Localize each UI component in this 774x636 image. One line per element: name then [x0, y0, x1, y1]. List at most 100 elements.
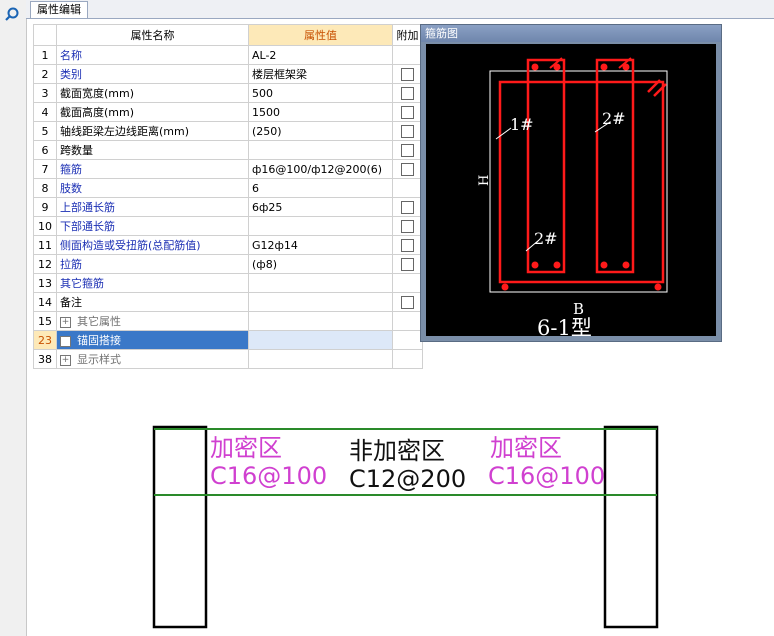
- row-number: 5: [33, 121, 57, 141]
- property-value[interactable]: 6: [248, 178, 393, 198]
- extra-checkbox[interactable]: [401, 200, 414, 214]
- property-row[interactable]: 14 备注: [33, 292, 423, 312]
- header-property-value[interactable]: 属性值: [248, 24, 393, 46]
- row-number: 23: [33, 330, 57, 350]
- extra-checkbox[interactable]: [401, 67, 414, 81]
- property-name[interactable]: 轴线距梁左边线距离(mm): [56, 121, 249, 141]
- stirrup-diagram-title[interactable]: 箍筋图: [421, 25, 721, 42]
- property-name[interactable]: 截面宽度(mm): [56, 83, 249, 103]
- extra-cell: [392, 311, 423, 331]
- extra-checkbox[interactable]: [401, 105, 414, 119]
- tab-property-edit[interactable]: 属性编辑: [30, 1, 88, 18]
- property-value[interactable]: AL-2: [248, 45, 393, 65]
- left-tool-strip: [0, 0, 27, 636]
- property-row[interactable]: 13 其它箍筋: [33, 273, 423, 293]
- property-value[interactable]: [248, 311, 393, 331]
- property-name[interactable]: 名称: [56, 45, 249, 65]
- property-group-row[interactable]: 15 + 其它属性: [33, 311, 423, 331]
- expand-icon[interactable]: +: [60, 316, 71, 328]
- expand-icon[interactable]: +: [60, 335, 71, 347]
- property-value[interactable]: 500: [248, 83, 393, 103]
- property-row[interactable]: 2 类别 楼层框架梁: [33, 64, 423, 84]
- extra-cell[interactable]: [392, 140, 423, 160]
- property-value[interactable]: 6ф25: [248, 197, 393, 217]
- extra-checkbox[interactable]: [401, 257, 414, 271]
- property-name[interactable]: 侧面构造或受扭筋(总配筋值): [56, 235, 249, 255]
- search-icon[interactable]: [3, 6, 21, 24]
- property-row[interactable]: 3 截面宽度(mm) 500: [33, 83, 423, 103]
- property-value[interactable]: [248, 330, 393, 350]
- extra-cell[interactable]: [392, 102, 423, 122]
- property-name[interactable]: 备注: [56, 292, 249, 312]
- extra-cell[interactable]: [392, 64, 423, 84]
- stirrup-diagram-window: 箍筋图 1# 2# 2# H B 6-1型: [420, 24, 722, 342]
- property-row[interactable]: 9 上部通长筋 6ф25: [33, 197, 423, 217]
- extra-cell[interactable]: [392, 197, 423, 217]
- property-row[interactable]: 12 拉筋 (ф8): [33, 254, 423, 274]
- extra-checkbox[interactable]: [401, 219, 414, 233]
- property-row[interactable]: 7 箍筋 ф16@100/ф12@200(6): [33, 159, 423, 179]
- property-row[interactable]: 6 跨数量: [33, 140, 423, 160]
- property-value[interactable]: (ф8): [248, 254, 393, 274]
- property-row[interactable]: 8 肢数 6: [33, 178, 423, 198]
- extra-checkbox[interactable]: [401, 238, 414, 252]
- extra-checkbox[interactable]: [401, 143, 414, 157]
- extra-checkbox[interactable]: [401, 124, 414, 138]
- property-row[interactable]: 5 轴线距梁左边线距离(mm) (250): [33, 121, 423, 141]
- extra-cell[interactable]: [392, 235, 423, 255]
- left-column: [152, 425, 208, 629]
- extra-cell[interactable]: [392, 83, 423, 103]
- extra-cell: [392, 178, 423, 198]
- property-name[interactable]: 截面高度(mm): [56, 102, 249, 122]
- property-value[interactable]: [248, 349, 393, 369]
- extra-cell[interactable]: [392, 292, 423, 312]
- extra-checkbox[interactable]: [401, 295, 414, 309]
- extra-checkbox[interactable]: [401, 162, 414, 176]
- expand-icon[interactable]: +: [60, 354, 71, 366]
- property-group-name[interactable]: + 其它属性: [56, 311, 249, 331]
- property-group-name[interactable]: + 显示样式: [56, 349, 249, 369]
- property-value[interactable]: ф16@100/ф12@200(6): [248, 159, 393, 179]
- property-group-name[interactable]: + 锚固搭接: [56, 330, 249, 350]
- property-name[interactable]: 上部通长筋: [56, 197, 249, 217]
- extra-cell[interactable]: [392, 121, 423, 141]
- property-value[interactable]: G12ф14: [248, 235, 393, 255]
- property-name[interactable]: 肢数: [56, 178, 249, 198]
- property-value[interactable]: [248, 273, 393, 293]
- stirrup-diagram-canvas: 1# 2# 2# H B 6-1型: [426, 44, 716, 340]
- property-name[interactable]: 箍筋: [56, 159, 249, 179]
- property-row[interactable]: 4 截面高度(mm) 1500: [33, 102, 423, 122]
- property-row[interactable]: 1 名称 AL-2: [33, 45, 423, 65]
- property-value[interactable]: [248, 140, 393, 160]
- property-value[interactable]: (250): [248, 121, 393, 141]
- property-name[interactable]: 其它箍筋: [56, 273, 249, 293]
- corner-header: [33, 24, 57, 46]
- row-number: 6: [33, 140, 57, 160]
- row-number: 12: [33, 254, 57, 274]
- header-extra[interactable]: 附加: [392, 24, 423, 46]
- tab-bar: 属性编辑: [26, 0, 774, 19]
- extra-cell[interactable]: [392, 216, 423, 236]
- property-name[interactable]: 类别: [56, 64, 249, 84]
- label-2#-bottom: 2#: [534, 229, 558, 248]
- property-name[interactable]: 拉筋: [56, 254, 249, 274]
- property-value[interactable]: 楼层框架梁: [248, 64, 393, 84]
- extra-cell: [392, 349, 423, 369]
- extra-cell[interactable]: [392, 159, 423, 179]
- property-group-row[interactable]: 23 + 锚固搭接: [33, 330, 423, 350]
- property-row[interactable]: 11 侧面构造或受扭筋(总配筋值) G12ф14: [33, 235, 423, 255]
- row-number: 11: [33, 235, 57, 255]
- extra-checkbox[interactable]: [401, 86, 414, 100]
- property-row[interactable]: 10 下部通长筋: [33, 216, 423, 236]
- property-group-row[interactable]: 38 + 显示样式: [33, 349, 423, 369]
- header-property-name[interactable]: 属性名称: [56, 24, 249, 46]
- property-name[interactable]: 跨数量: [56, 140, 249, 160]
- row-number: 9: [33, 197, 57, 217]
- right-zone-spec: C16@100: [488, 462, 606, 490]
- property-name[interactable]: 下部通长筋: [56, 216, 249, 236]
- extra-cell[interactable]: [392, 254, 423, 274]
- property-value[interactable]: [248, 216, 393, 236]
- property-value[interactable]: [248, 292, 393, 312]
- property-value[interactable]: 1500: [248, 102, 393, 122]
- inner-stirrup-right: [595, 58, 635, 274]
